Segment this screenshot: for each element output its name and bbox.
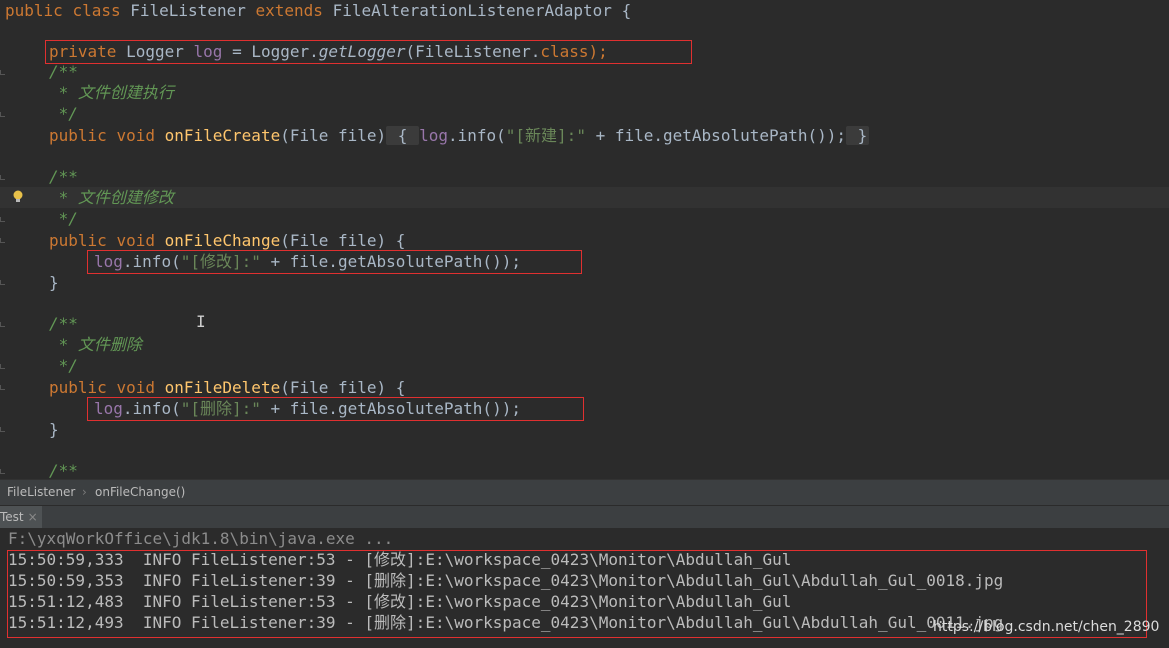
closing-brace: } — [49, 420, 59, 439]
breadcrumb-separator-icon: › — [82, 485, 87, 499]
call: .info( — [122, 252, 181, 271]
field-ref: log — [94, 252, 123, 271]
code-editor[interactable]: public class FileListener extends FileAl… — [0, 0, 1169, 479]
fold-marker[interactable] — [0, 217, 5, 222]
watermark: https://blog.csdn.net/chen_2890 — [933, 619, 1160, 635]
keyword: class — [540, 42, 589, 61]
class-name: FileListener — [130, 1, 246, 20]
keyword: public — [49, 231, 107, 250]
parent-class-name: FileAlterationListenerAdaptor — [332, 1, 612, 20]
keyword: public — [49, 378, 107, 397]
string-literal: "[删除]:" — [180, 399, 261, 418]
operator: = — [232, 42, 242, 61]
field-name: log — [193, 42, 223, 61]
console-log-line: 15:50:59,333 INFO FileListener:53 - [修改]… — [8, 550, 792, 569]
fold-marker[interactable] — [0, 469, 5, 474]
breadcrumb: FileListener › onFileChange() — [0, 479, 1169, 505]
code-line-class-decl[interactable]: public class FileListener extends FileAl… — [5, 0, 631, 21]
static-method: getLogger — [318, 42, 406, 61]
folded-brace-close[interactable]: } — [846, 126, 870, 145]
params: (File file) — [280, 126, 387, 145]
type-name: Logger — [126, 42, 184, 61]
console-log-line: 15:51:12,493 INFO FileListener:39 - [删除]… — [8, 613, 1004, 632]
keyword: public — [5, 1, 63, 20]
console-log-line: 15:51:12,483 INFO FileListener:53 - [修改]… — [8, 592, 792, 611]
fold-marker[interactable] — [0, 70, 5, 75]
breadcrumb-class[interactable]: FileListener — [7, 480, 75, 505]
params: (File file) { — [280, 378, 406, 397]
code-line-on-file-create[interactable]: public void onFileCreate(File file) { lo… — [49, 125, 870, 146]
keyword: class — [72, 1, 121, 20]
fold-marker[interactable] — [0, 280, 5, 285]
fold-marker[interactable] — [0, 385, 5, 390]
folded-brace-open[interactable]: { — [386, 126, 420, 145]
close-icon[interactable]: × — [28, 510, 38, 524]
text-cursor-icon: I — [196, 312, 206, 331]
lightbulb-icon[interactable] — [13, 190, 23, 204]
punctuation: ); — [588, 42, 608, 61]
call: .info( — [447, 126, 506, 145]
call: .info( — [122, 399, 181, 418]
tab-label: Test — [0, 510, 24, 524]
keyword: void — [116, 126, 155, 145]
doc-comment-delete: * 文件删除 — [49, 335, 142, 354]
code-line-on-file-change[interactable]: public void onFileChange(File file) { — [49, 230, 405, 251]
code-line-on-file-delete[interactable]: public void onFileDelete(File file) { — [49, 377, 405, 398]
field-ref: log — [419, 126, 448, 145]
doc-comment-open: /** — [49, 314, 78, 333]
tab-run-test[interactable]: Test × — [0, 506, 42, 529]
code-line-delete-body[interactable]: log.info("[删除]:" + file.getAbsolutePath(… — [94, 398, 521, 419]
fold-marker[interactable] — [0, 238, 5, 243]
doc-comment-open: /** — [49, 461, 78, 479]
string-literal: "[修改]:" — [180, 252, 261, 271]
call: + file.getAbsolutePath()); — [260, 252, 521, 271]
field-ref: log — [94, 399, 123, 418]
keyword: public — [49, 126, 107, 145]
class-ref: Logger. — [251, 42, 319, 61]
argument: (FileListener. — [405, 42, 541, 61]
keyword: private — [49, 42, 117, 61]
console-log-line: 15:50:59,353 INFO FileListener:39 - [删除]… — [8, 571, 1004, 590]
params: (File file) { — [280, 231, 406, 250]
doc-comment-open: /** — [49, 62, 78, 81]
method-name: onFileCreate — [164, 126, 281, 145]
code-line-logger[interactable]: private Logger log = Logger.getLogger(Fi… — [49, 41, 608, 62]
method-name: onFileDelete — [164, 378, 281, 397]
closing-brace: } — [49, 273, 59, 292]
fold-marker[interactable] — [0, 364, 5, 369]
console-command-line: F:\yxqWorkOffice\jdk1.8\bin\java.exe ... — [8, 529, 394, 548]
method-name: onFileChange — [164, 231, 281, 250]
call: + file.getAbsolutePath()); — [585, 126, 847, 145]
fold-marker[interactable] — [0, 427, 5, 432]
doc-comment-create: * 文件创建执行 — [49, 83, 174, 102]
fold-marker[interactable] — [0, 112, 5, 117]
call: + file.getAbsolutePath()); — [260, 399, 521, 418]
doc-comment-close: */ — [49, 209, 78, 228]
keyword: void — [116, 231, 155, 250]
doc-comment-close: */ — [49, 104, 78, 123]
run-tab-bar: Test × — [0, 505, 1169, 529]
keyword: void — [116, 378, 155, 397]
current-line-highlight — [0, 187, 1169, 208]
fold-marker[interactable] — [0, 322, 5, 327]
keyword: extends — [255, 1, 323, 20]
doc-comment-change: * 文件创建修改 — [49, 188, 174, 207]
string-literal: "[新建]:" — [505, 126, 586, 145]
doc-comment-open: /** — [49, 167, 78, 186]
breadcrumb-method[interactable]: onFileChange() — [95, 480, 185, 505]
fold-marker[interactable] — [0, 175, 5, 180]
code-line-change-body[interactable]: log.info("[修改]:" + file.getAbsolutePath(… — [94, 251, 521, 272]
brace: { — [621, 1, 632, 20]
doc-comment-close: */ — [49, 356, 78, 375]
